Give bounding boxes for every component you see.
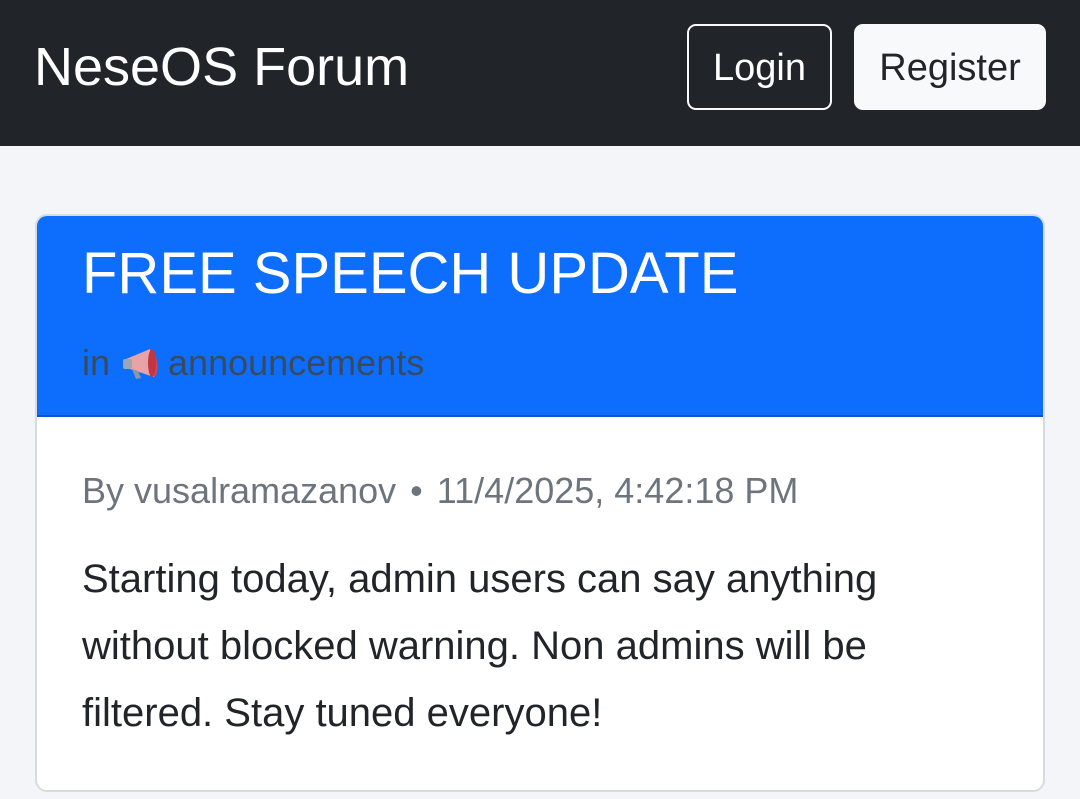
post-category: in announcements [82, 340, 424, 386]
post-card: FREE SPEECH UPDATE in announcements By v… [35, 214, 1045, 792]
post-header: FREE SPEECH UPDATE in announcements [37, 216, 1043, 417]
category-link[interactable]: announcements [168, 340, 424, 386]
post-body: Starting today, admin users can say anyt… [82, 557, 878, 735]
top-navbar: NeseOS Forum Login Register [0, 0, 1080, 146]
login-button[interactable]: Login [687, 24, 832, 110]
post-title: FREE SPEECH UPDATE [82, 241, 739, 306]
site-brand-link[interactable]: NeseOS Forum [34, 34, 409, 100]
post-meta: By vusalramazanov • 11/4/2025, 4:42:18 P… [82, 468, 798, 514]
register-button[interactable]: Register [854, 24, 1046, 110]
meta-separator: • [410, 470, 423, 511]
author-link[interactable]: vusalramazanov [134, 470, 396, 511]
author-prefix: By [82, 470, 125, 511]
category-prefix: in [82, 342, 111, 383]
post-timestamp: 11/4/2025, 4:42:18 PM [436, 470, 799, 511]
megaphone-icon [120, 343, 168, 383]
